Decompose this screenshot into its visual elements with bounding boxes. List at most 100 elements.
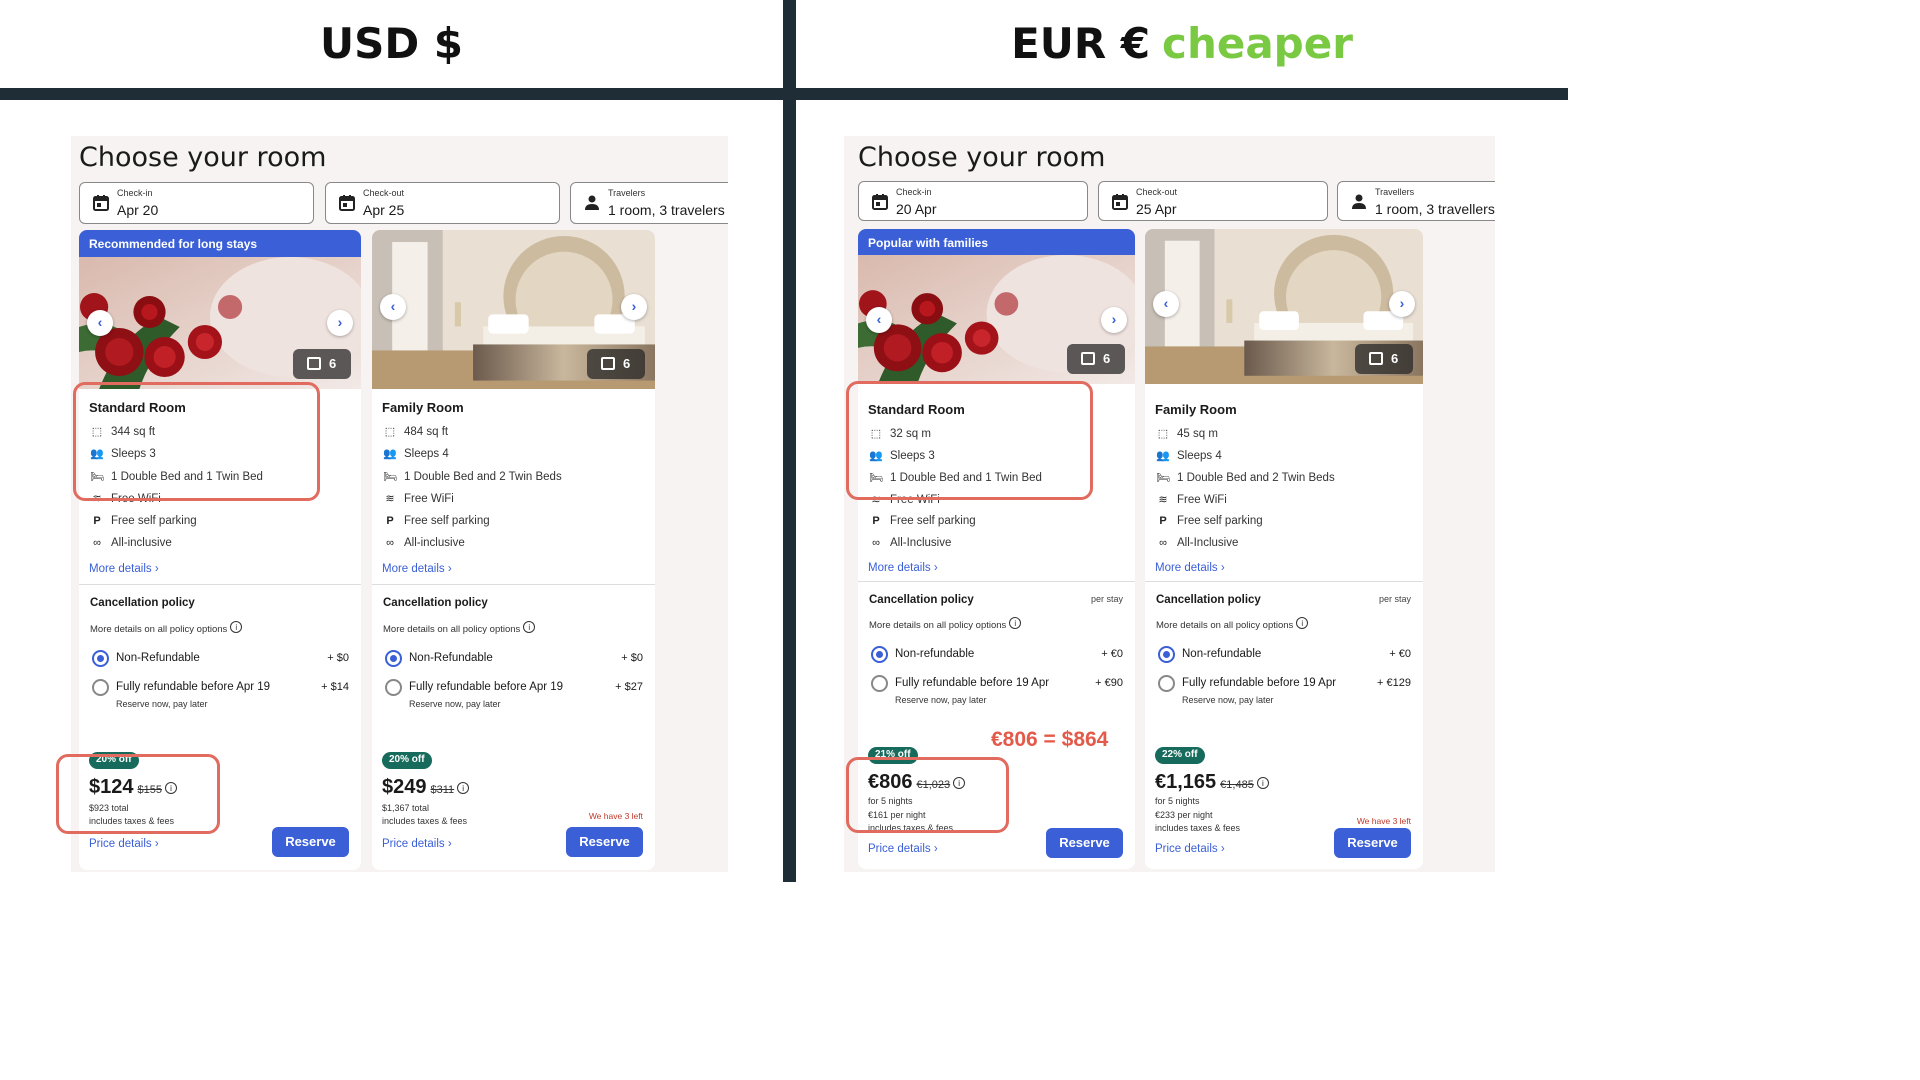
policy-options-link[interactable]: More details on all policy options i [869,617,1022,631]
highlight-room-details-usd [73,382,320,501]
travelers-field[interactable]: Travelers 1 room, 3 travelers [570,182,728,224]
divider [372,584,655,585]
chevron-left-icon[interactable]: ‹ [866,306,892,333]
people-icon: 👥 [383,448,397,461]
more-details-label: More details [89,563,152,575]
travelers-field[interactable]: Travellers 1 room, 3 travellers [1337,181,1495,221]
amenity-label: Free self parking [890,515,976,527]
chevron-left-icon[interactable]: ‹ [380,293,406,320]
checkin-field[interactable]: Check-in Apr 20 [79,182,314,224]
info-icon[interactable]: i [457,782,470,794]
amenity-label: Sleeps 4 [404,448,449,461]
refundable-radio[interactable] [871,675,888,692]
checkin-field[interactable]: Check-in 20 Apr [858,181,1088,221]
checkin-value: Apr 20 [117,202,159,218]
page-title: Choose your room [79,142,327,173]
person-icon [1352,194,1366,209]
room-photo[interactable]: ‹ › 6 [1145,229,1423,384]
photo-count-badge[interactable]: 6 [293,349,351,379]
non-refundable-radio[interactable] [385,650,402,667]
photo-count-badge[interactable]: 6 [1067,344,1125,374]
infinity-icon: ∞ [872,537,880,549]
room-photo[interactable]: ‹ › 6 [858,255,1135,384]
reserve-button[interactable]: Reserve [1046,828,1123,858]
reserve-button[interactable]: Reserve [566,827,643,857]
policy-options-link[interactable]: More details on all policy options i [383,621,536,635]
chevron-right-icon[interactable]: › [621,293,647,320]
chevron-left-icon[interactable]: ‹ [1153,290,1179,317]
wifi-icon: ≋ [385,493,395,506]
price-details-link[interactable]: Price details › [1155,843,1225,855]
amenity-item: ∞ All-Inclusive [868,537,951,549]
room-card: ‹ › 6 Family Room ⬚ 45 sq m 👥 Sleeps 4 🛏 1 Do… [1145,229,1423,869]
highlight-price-eur [846,757,1009,833]
amenity-label: Free WiFi [404,493,454,506]
more-details-label: More details [868,562,931,574]
amenity-item: P Free self parking [868,515,976,527]
gallery-icon [1369,352,1383,365]
bed-icon: 🛏 [1156,472,1170,484]
reserve-button[interactable]: Reserve [272,827,349,857]
reserve-button[interactable]: Reserve [1334,828,1411,858]
page-title: Choose your room [858,142,1106,173]
refundable-label: Fully refundable before Apr 19 [409,681,564,693]
chevron-right-icon[interactable]: › [1389,290,1415,317]
more-details-link[interactable]: More details › [382,563,452,575]
non-refundable-radio[interactable] [871,646,888,663]
price-details-link[interactable]: Price details › [868,843,938,855]
policy-options-link[interactable]: More details on all policy options i [1156,617,1309,631]
checkin-label: Check-in [117,188,153,198]
chevron-right-icon[interactable]: › [327,310,353,336]
refundable-radio[interactable] [1158,675,1175,692]
chevron-right-icon: › [154,563,159,575]
more-details-label: More details [1155,562,1218,574]
amenity-label: Free WiFi [1177,494,1227,506]
amenity-item: ∞ All-Inclusive [1155,537,1238,549]
travelers-label: Travelers [608,188,646,198]
info-icon[interactable]: i [1256,777,1269,789]
non-refundable-radio[interactable] [92,650,109,667]
chevron-right-icon: › [933,562,938,574]
more-details-link[interactable]: More details › [1155,562,1225,574]
chevron-right-icon[interactable]: › [1101,306,1127,333]
checkout-field[interactable]: Check-out 25 Apr [1098,181,1328,221]
refundable-radio[interactable] [385,679,402,696]
checkout-value: 25 Apr [1136,201,1177,217]
info-icon[interactable]: i [230,621,243,633]
amenity-item: ∞ All-inclusive [89,537,172,549]
info-icon[interactable]: i [523,621,536,633]
checkout-value: Apr 25 [363,202,405,218]
room-card: ‹ › 6 Family Room ⬚ 484 sq ft 👥 Sleeps 4 🛏 1 … [372,230,655,870]
cancellation-policy-title: Cancellation policy [383,597,488,609]
photo-count: 6 [1103,351,1111,366]
amenity-item: 👥 Sleeps 4 [1155,449,1222,462]
gallery-icon [1081,352,1095,365]
price-summary-line: includes taxes & fees [1155,823,1241,833]
price-details-label: Price details [1155,843,1218,855]
parking-icon: P [386,514,394,527]
info-icon[interactable]: i [1296,617,1309,629]
room-photo[interactable]: ‹ › 6 [79,257,361,389]
price-details-link[interactable]: Price details › [382,838,452,850]
room-photo[interactable]: ‹ › 6 [372,230,655,389]
photo-count: 6 [623,356,631,371]
amenity-label: 1 Double Bed and 2 Twin Beds [1177,472,1335,484]
non-refundable-radio[interactable] [1158,646,1175,663]
chevron-left-icon[interactable]: ‹ [87,310,113,336]
price-summary-line: includes taxes & fees [382,816,468,826]
checkout-field[interactable]: Check-out Apr 25 [325,182,560,224]
amenity-label: All-Inclusive [890,537,952,549]
photo-count-badge[interactable]: 6 [1355,344,1413,374]
price-value: €1,165 [1155,771,1217,793]
info-icon[interactable]: i [1009,617,1022,629]
more-details-link[interactable]: More details › [89,563,159,575]
refundable-radio[interactable] [92,679,109,696]
amenity-label: Sleeps 4 [1177,450,1222,462]
photo-count-badge[interactable]: 6 [587,349,645,379]
infinity-icon: ∞ [1159,537,1167,549]
price-details-link[interactable]: Price details › [89,838,159,850]
policy-options-link[interactable]: More details on all policy options i [90,621,243,635]
amenity-item: ≋ Free WiFi [382,492,454,506]
more-details-link[interactable]: More details › [868,562,938,574]
currency-equivalence: €806 = $864 [991,728,1109,751]
